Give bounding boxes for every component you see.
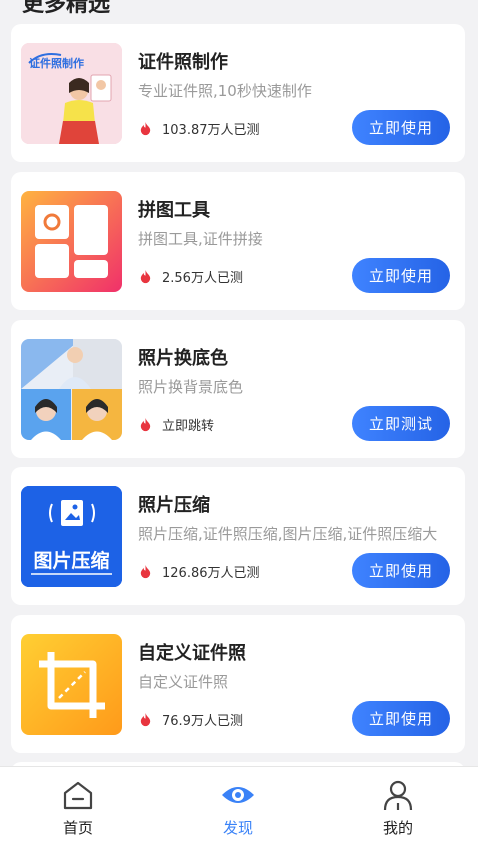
jump-link-text: 立即跳转 [162,419,215,434]
section-title: 更多精选 [22,0,111,17]
flame-icon [140,269,151,284]
usage-stat: 126.86万人已测 [138,562,260,581]
tab-label: 发现 [222,819,253,837]
tool-card-collage[interactable]: 拼图工具 拼图工具,证件拼接 2.56万人已测 立即使用 [11,172,465,310]
tool-card-id-photo[interactable]: 证件照制作 证件照制作 专业证件照,10秒快速制作 103.87万人已测 立即使… [11,24,465,162]
use-now-button[interactable]: 立即使用 [352,258,450,293]
use-now-button[interactable]: 立即使用 [352,701,450,736]
compress-thumbnail: 图片压缩 [21,486,122,587]
thumb-caption: 图片压缩 [33,550,110,572]
tool-description: 照片换背景底色 [138,378,244,396]
usage-stat: 103.87万人已测 [138,119,260,138]
test-now-button[interactable]: 立即测试 [352,406,450,441]
user-icon [383,780,413,811]
usage-count: 126.86万人已测 [162,566,260,581]
tool-title: 照片换底色 [138,348,228,369]
flame-icon [140,121,151,136]
collage-thumbnail [21,191,122,292]
tool-title: 拼图工具 [138,200,210,221]
thumb-caption: 证件照制作 [29,57,84,70]
tool-title: 照片压缩 [138,495,210,516]
background-color-thumbnail [21,339,122,440]
tool-title: 证件照制作 [138,52,228,73]
tool-card-compress[interactable]: 图片压缩 照片压缩 照片压缩,证件照压缩,图片压缩,证件照压缩大 126.86万… [11,467,465,605]
eye-icon [222,787,254,803]
tool-card-background-color[interactable]: 照片换底色 照片换背景底色 立即跳转 立即测试 [11,320,465,458]
tool-card-custom-id-photo[interactable]: 自定义证件照 自定义证件照 76.9万人已测 立即使用 [11,615,465,753]
usage-stat: 2.56万人已测 [138,267,243,286]
usage-count: 76.9万人已测 [162,714,243,729]
tab-label: 我的 [382,819,413,837]
usage-stat: 立即跳转 [138,415,214,434]
flame-icon [140,564,151,579]
usage-count: 103.87万人已测 [162,123,260,138]
use-now-button[interactable]: 立即使用 [352,110,450,145]
tab-discover[interactable]: 发现 [178,767,298,851]
flame-icon [140,417,151,432]
home-icon [63,781,93,810]
usage-count: 2.56万人已测 [162,271,243,286]
usage-stat: 76.9万人已测 [138,710,243,729]
tool-description: 照片压缩,证件照压缩,图片压缩,证件照压缩大 [138,525,438,543]
tool-description: 拼图工具,证件拼接 [138,230,263,248]
id-photo-thumbnail: 证件照制作 [21,43,122,144]
tab-mine[interactable]: 我的 [338,767,458,851]
bottom-tab-bar: 首页 发现 我的 [0,766,478,851]
use-now-button[interactable]: 立即使用 [352,553,450,588]
tab-label: 首页 [62,819,93,837]
tool-title: 自定义证件照 [138,643,246,664]
tool-description: 专业证件照,10秒快速制作 [138,82,312,100]
tool-description: 自定义证件照 [138,673,229,691]
crop-thumbnail [21,634,122,735]
tab-home[interactable]: 首页 [18,767,138,851]
flame-icon [140,712,151,727]
